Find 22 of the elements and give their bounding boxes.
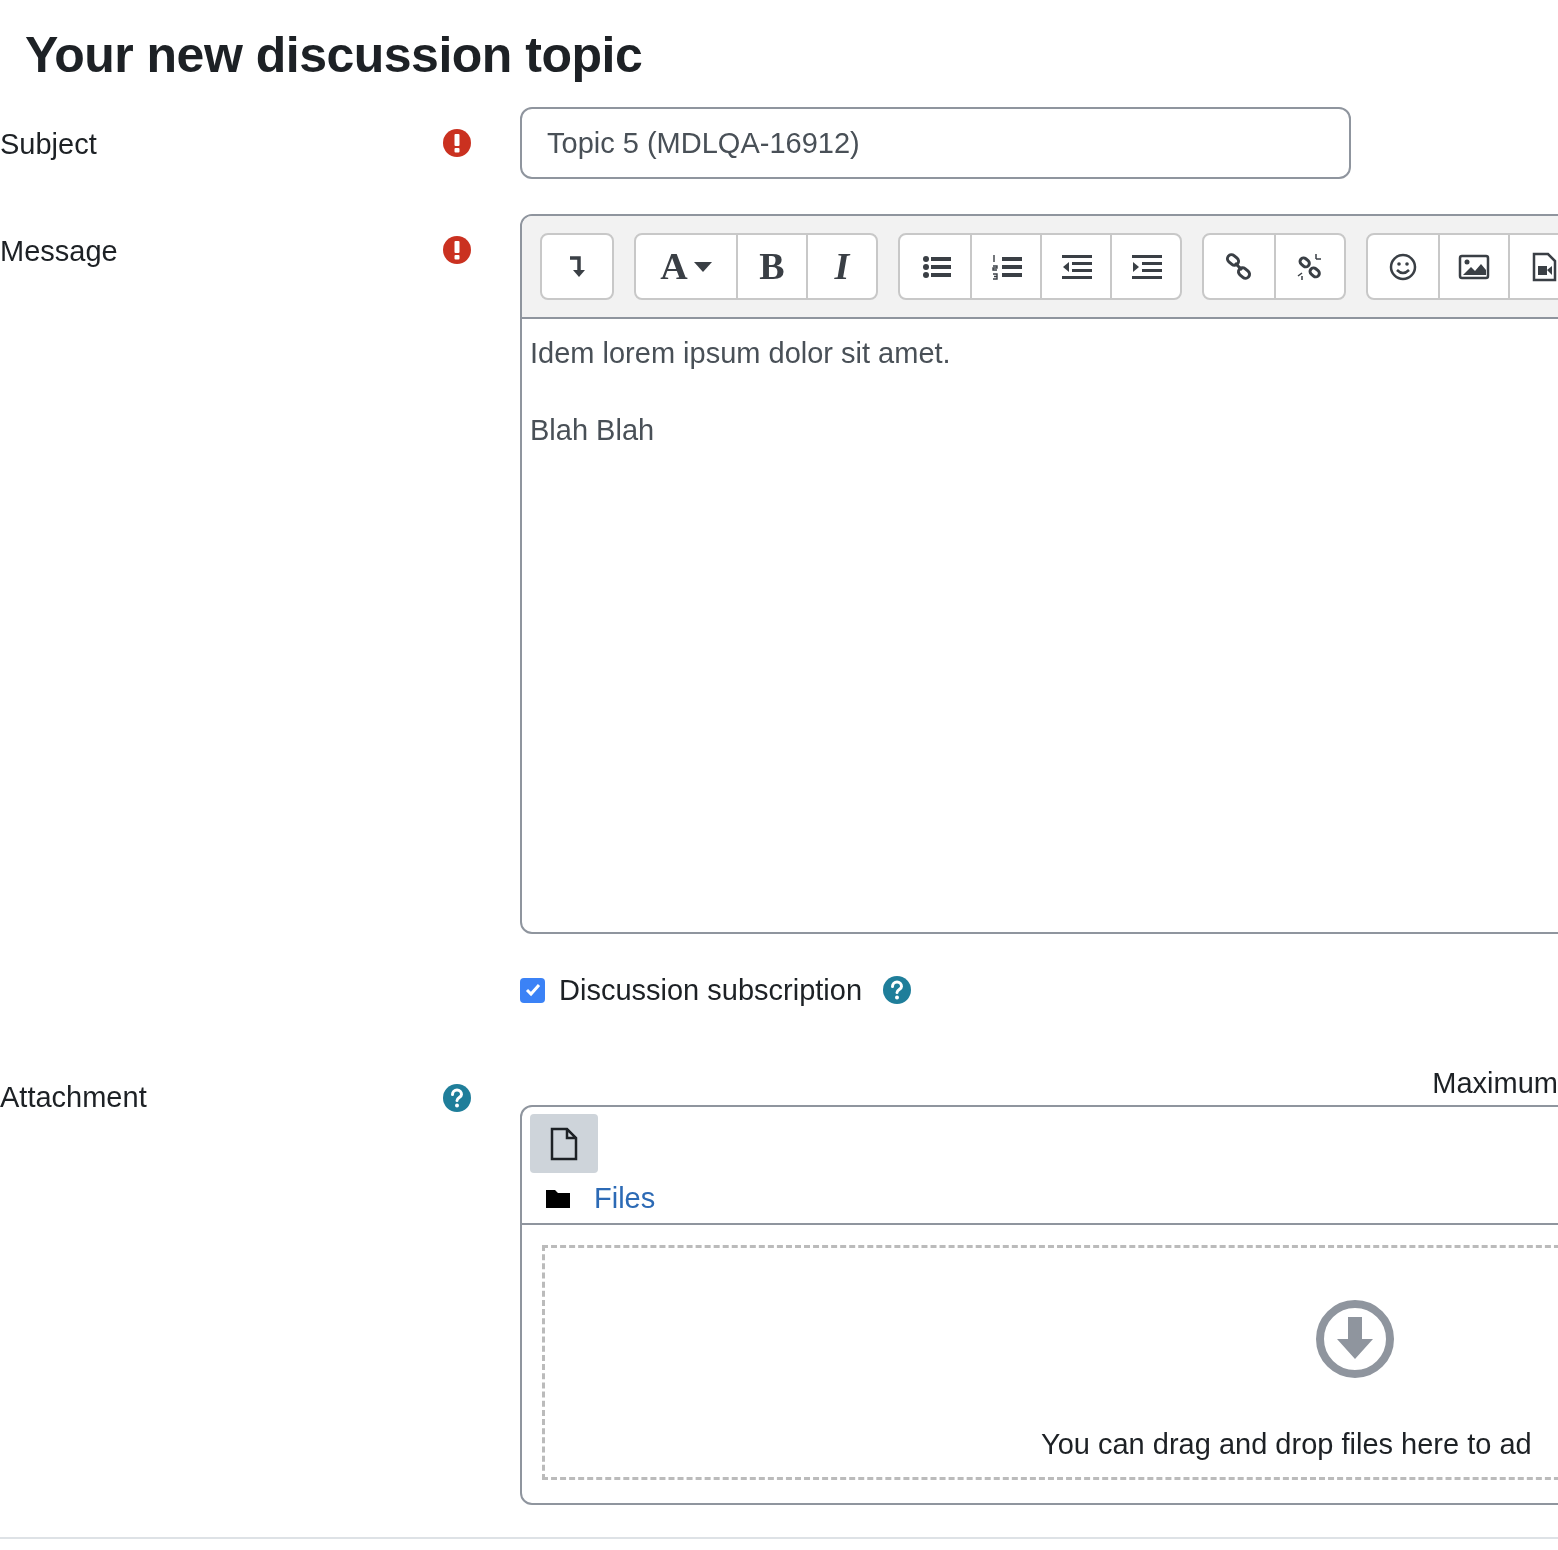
drop-instructions: You can drag and drop files here to ad — [1041, 1427, 1532, 1462]
bold-button[interactable]: B — [736, 235, 806, 298]
editor-paragraph: Blah Blah — [530, 413, 656, 448]
checkbox-label: Discussion subscription — [559, 973, 862, 1008]
field-label: Message — [0, 234, 118, 269]
font-color-button[interactable]: A — [636, 235, 736, 298]
page-title: Your new discussion topic — [25, 26, 643, 85]
check-icon — [523, 981, 542, 999]
add-file-button[interactable] — [530, 1114, 598, 1173]
editor-paragraph: Idem lorem ipsum dolor sit amet. — [530, 336, 952, 371]
file-icon — [549, 1126, 579, 1161]
files-link[interactable]: Files — [594, 1180, 656, 1216]
max-size-text: Maximum — [1432, 1066, 1558, 1101]
field-label: Attachment — [0, 1080, 147, 1115]
subscription-checkbox[interactable] — [520, 977, 545, 1003]
caret-icon — [693, 261, 712, 272]
download-icon — [1315, 1299, 1395, 1379]
subject-input[interactable]: Topic 5 (MDLQA-16912) — [520, 107, 1351, 179]
field-label: Subject — [0, 127, 97, 162]
folder-icon — [546, 1188, 570, 1208]
italic-button[interactable]: I — [806, 235, 876, 298]
media-button[interactable] — [1508, 235, 1558, 298]
